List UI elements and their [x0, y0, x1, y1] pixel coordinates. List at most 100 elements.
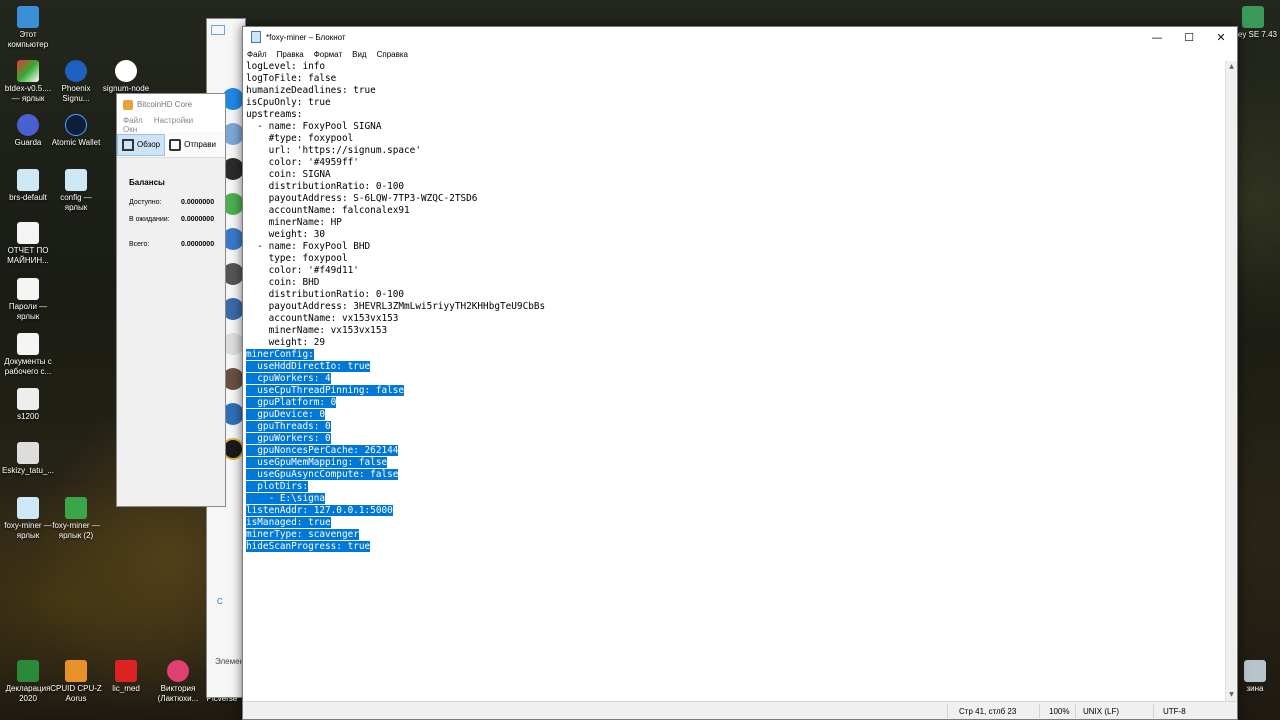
- bitcoinhd-titlebar: BitcoinHD Core: [117, 94, 225, 116]
- selected-text: gpuThreads: 0: [246, 421, 331, 432]
- status-divider: [1153, 704, 1154, 718]
- desktop-icon-foxy-miner-2[interactable]: foxy-miner — ярлык (2): [48, 497, 104, 541]
- status-divider: [947, 704, 948, 718]
- menu-file[interactable]: Файл: [247, 50, 267, 59]
- bitcoinhd-menu-file[interactable]: Файл: [123, 116, 143, 125]
- document-icon: [17, 222, 39, 244]
- minimize-button[interactable]: —: [1141, 27, 1173, 47]
- computer-icon: [17, 6, 39, 28]
- balance-row-pending: В ожидании: 0.0000000: [129, 216, 225, 223]
- text-line: coin: BHD: [246, 277, 1225, 289]
- menu-edit[interactable]: Правка: [277, 50, 304, 59]
- selected-text: plotDirs:: [246, 481, 309, 492]
- maximize-button[interactable]: ☐: [1173, 27, 1205, 47]
- menu-view[interactable]: Вид: [352, 50, 366, 59]
- scroll-down-icon[interactable]: ▼: [1226, 689, 1237, 701]
- scroll-up-icon[interactable]: ▲: [1226, 61, 1237, 73]
- text-line: payoutAddress: S-6LQW-7TP3-WZQC-2TSD6: [246, 193, 1225, 205]
- desktop-icon-signum-node[interactable]: signum-node: [98, 60, 154, 94]
- notepad-text-area[interactable]: logLevel: info logToFile: false humanizeDe…: [243, 61, 1225, 701]
- desktop-icon-dokumenty[interactable]: Документы с рабочего с...: [0, 333, 56, 377]
- balances-title: Балансы: [129, 178, 165, 187]
- selected-text: useHddDirectIo: true: [246, 361, 371, 372]
- line-text: payoutAddress: S-6LQW-7TP3-WZQC-2TSD6: [246, 193, 478, 204]
- line-text: upstreams:: [246, 109, 303, 120]
- notepad-titlebar[interactable]: *foxy-miner – Блокнот — ☐ ✕: [243, 27, 1237, 47]
- bitcoinhd-toolbar: Обзор Отправи: [117, 132, 225, 158]
- line-text: logToFile: false: [246, 73, 337, 84]
- selected-text: gpuWorkers: 0: [246, 433, 331, 444]
- line-text: color: '#f49d11': [246, 265, 359, 276]
- status-cursor-position: Стр 41, стлб 23: [959, 707, 1017, 716]
- recycle-bin-icon: [1244, 660, 1266, 682]
- text-line: gpuDevice: 0: [246, 409, 1225, 421]
- text-line: #type: foxypool: [246, 133, 1225, 145]
- selected-text: cpuWorkers: 4: [246, 373, 331, 384]
- tab-send[interactable]: Отправи: [165, 134, 220, 156]
- bitcoinhd-menu-settings[interactable]: Настройки: [154, 116, 193, 125]
- text-line: useGpuMemMapping: false: [246, 457, 1225, 469]
- text-line: minerName: vx153vx153: [246, 325, 1225, 337]
- desktop-icon-atomic[interactable]: Atomic Wallet: [48, 114, 104, 148]
- line-text: accountName: falconalex91: [246, 205, 410, 216]
- pdf-icon: [115, 660, 137, 682]
- text-line: isManaged: true: [246, 517, 1225, 529]
- desktop-icon-eskizy[interactable]: Eskizy_tatu_...: [0, 442, 56, 476]
- balance-label: В ожидании:: [129, 216, 170, 223]
- text-line: distributionRatio: 0-100: [246, 289, 1225, 301]
- tab-overview[interactable]: Обзор: [117, 133, 166, 156]
- browser-bottom-label: Элемен: [215, 657, 244, 666]
- selected-text: minerConfig:: [246, 349, 314, 360]
- image-icon: [17, 442, 39, 464]
- desktop-icon-otchet[interactable]: ОТЧЕТ ПО МАЙНИН...: [0, 222, 56, 266]
- notepad-window[interactable]: *foxy-miner – Блокнот — ☐ ✕ Файл Правка …: [242, 26, 1238, 720]
- text-line: upstreams:: [246, 109, 1225, 121]
- foxy-miner-icon: [65, 497, 87, 519]
- image-icon: [17, 388, 39, 410]
- text-line: plotDirs:: [246, 481, 1225, 493]
- text-line: logLevel: info: [246, 61, 1225, 73]
- bitcoinhd-core-window[interactable]: BitcoinHD Core Файл Настройки Окн Обзор …: [116, 93, 226, 507]
- line-text: distributionRatio: 0-100: [246, 289, 405, 300]
- desktop-icon-phoenix[interactable]: Phoenix Signu...: [48, 60, 104, 104]
- selected-text: isManaged: true: [246, 517, 331, 528]
- text-line: humanizeDeadlines: true: [246, 85, 1225, 97]
- desktop-icon-s1200[interactable]: s1200: [0, 388, 56, 422]
- text-line: weight: 29: [246, 337, 1225, 349]
- line-text: humanizeDeadlines: true: [246, 85, 376, 96]
- line-text: color: '#4959ff': [246, 157, 359, 168]
- desktop-icon-paroli[interactable]: Пароли — ярлык: [0, 278, 56, 322]
- vertical-scrollbar[interactable]: ▲ ▼: [1225, 61, 1237, 701]
- status-zoom: 100%: [1049, 707, 1070, 716]
- phoenix-icon: [65, 60, 87, 82]
- bitcoinhd-title: BitcoinHD Core: [137, 100, 193, 109]
- balances-section: Балансы Доступно: 0.0000000 В ожидании: …: [117, 158, 225, 248]
- line-text: isCpuOnly: true: [246, 97, 331, 108]
- selected-text: useGpuAsyncCompute: false: [246, 469, 399, 480]
- close-button[interactable]: ✕: [1205, 27, 1237, 47]
- file-icon: [17, 169, 39, 191]
- desktop-icon-viktoriya[interactable]: Виктория (Лактюхи...: [150, 660, 206, 704]
- menu-format[interactable]: Формат: [314, 50, 342, 59]
- status-divider: [1075, 704, 1076, 718]
- window-controls: — ☐ ✕: [1141, 27, 1237, 47]
- balance-row-total: Всего: 0.0000000: [129, 241, 225, 248]
- desktop-icon-config[interactable]: config — ярлык: [48, 169, 104, 213]
- notepad-menubar: Файл Правка Формат Вид Справка: [243, 47, 1237, 61]
- desktop-icon-cpuz[interactable]: CPUID CPU-Z Aorus: [48, 660, 104, 704]
- text-line: - name: FoxyPool BHD: [246, 241, 1225, 253]
- text-line: gpuWorkers: 0: [246, 433, 1225, 445]
- text-line: - E:\signa: [246, 493, 1225, 505]
- desktop-icon-this-pc[interactable]: Этот компьютер: [0, 6, 56, 50]
- btdex-icon: [17, 60, 39, 82]
- desktop-icon-recycle-bin[interactable]: зина: [1232, 660, 1278, 694]
- document-icon: [17, 333, 39, 355]
- menu-help[interactable]: Справка: [377, 50, 408, 59]
- desktop-icon-lic-med[interactable]: lic_med: [98, 660, 154, 694]
- browser-side-label: С: [217, 597, 223, 606]
- line-text: accountName: vx153vx153: [246, 313, 399, 324]
- bitcoinhd-menubar: Файл Настройки Окн: [117, 116, 225, 134]
- text-line: logToFile: false: [246, 73, 1225, 85]
- notepad-title: *foxy-miner – Блокнот: [266, 32, 346, 42]
- signum-icon: [115, 60, 137, 82]
